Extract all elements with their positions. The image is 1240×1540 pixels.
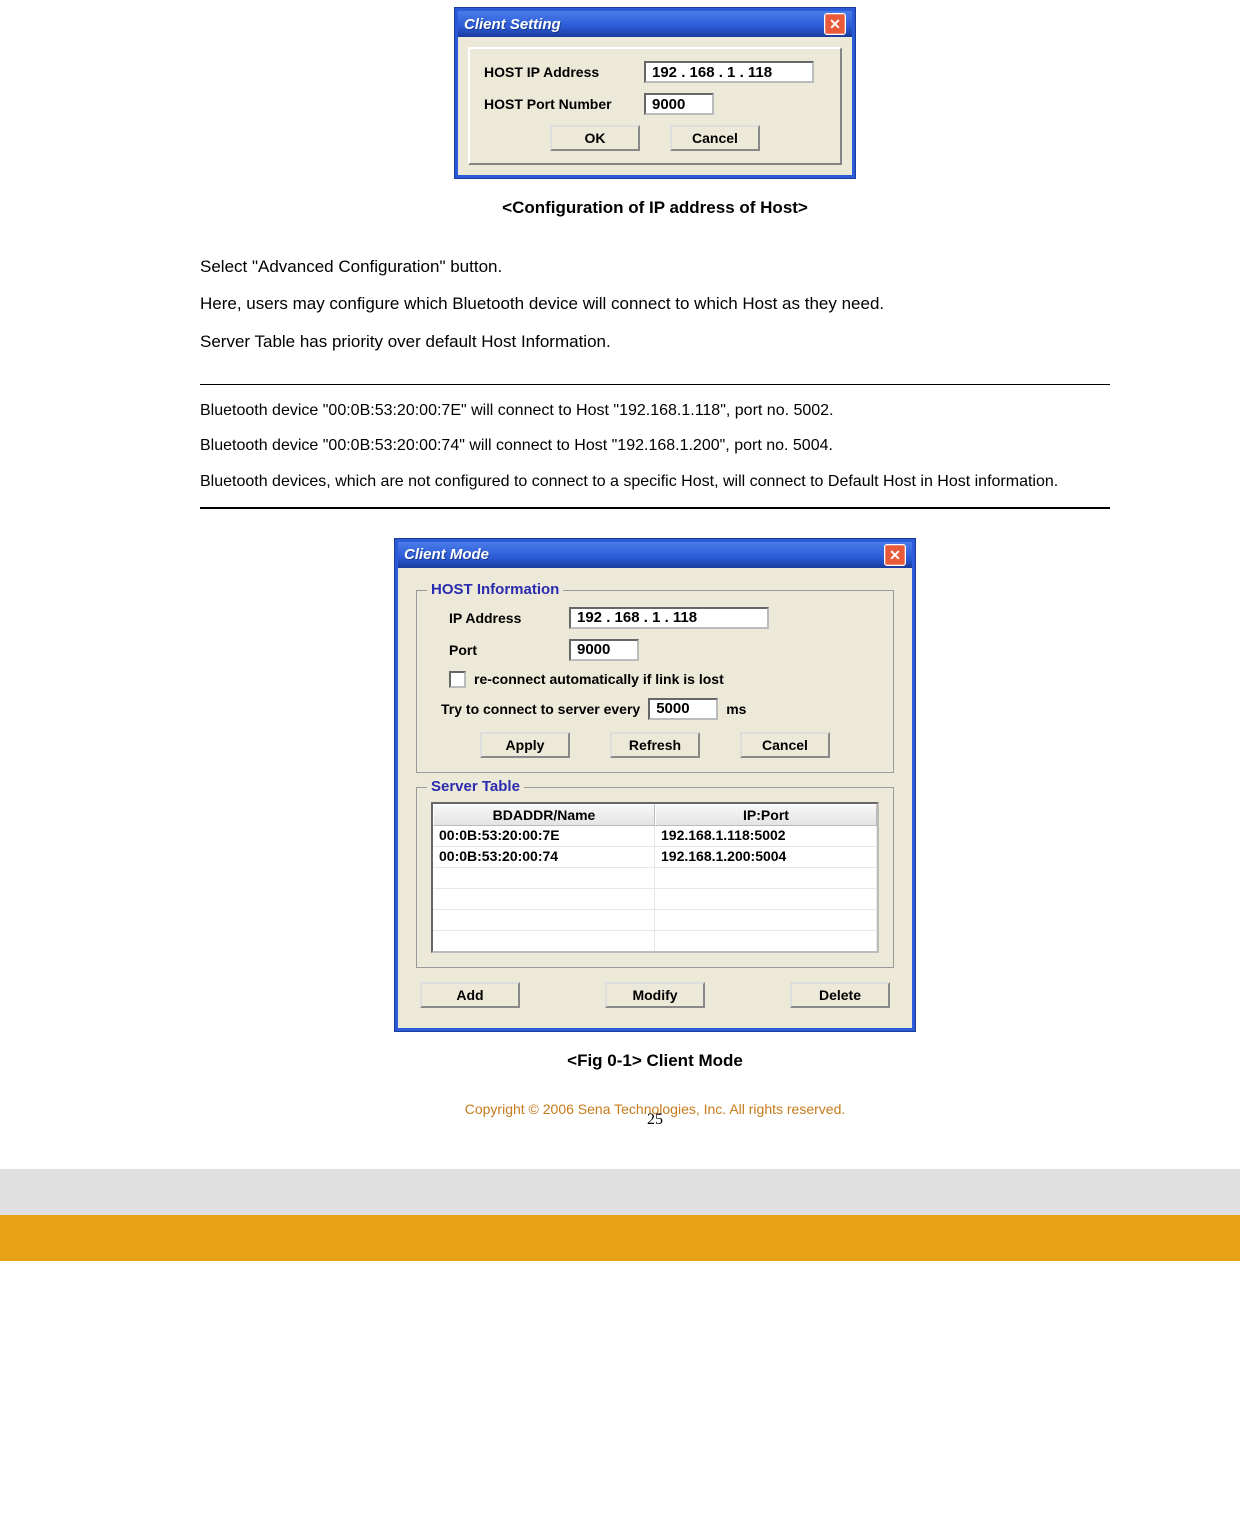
dialog-title: Client Mode <box>404 546 489 563</box>
refresh-button[interactable]: Refresh <box>610 732 700 758</box>
page-number: 25 <box>200 1111 1110 1129</box>
ip-address-label: IP Address <box>431 610 559 626</box>
example-line-1: Bluetooth device "00:0B:53:20:00:7E" wil… <box>200 393 1110 428</box>
body-para-3: Server Table has priority over default H… <box>200 323 1110 360</box>
dialog-title: Client Setting <box>464 16 561 33</box>
example-line-3: Bluetooth devices, which are not configu… <box>200 464 1110 499</box>
server-table-legend: Server Table <box>427 778 524 795</box>
add-button[interactable]: Add <box>420 982 520 1008</box>
client-mode-dialog: Client Mode ✕ HOST Information IP Addres… <box>395 539 915 1031</box>
cell-ipport: 192.168.1.118:5002 <box>655 826 877 846</box>
table-row[interactable]: 00:0B:53:20:00:7E 192.168.1.118:5002 <box>433 826 877 847</box>
body-para-1: Select "Advanced Configuration" button. <box>200 248 1110 285</box>
host-port-label: HOST Port Number <box>484 96 634 112</box>
table-row[interactable]: 00:0B:53:20:00:74 192.168.1.200:5004 <box>433 847 877 868</box>
example-line-2: Bluetooth device "00:0B:53:20:00:74" wil… <box>200 428 1110 463</box>
server-table[interactable]: BDADDR/Name IP:Port 00:0B:53:20:00:7E 19… <box>431 802 879 953</box>
cancel-button[interactable]: Cancel <box>740 732 830 758</box>
titlebar[interactable]: Client Mode ✕ <box>398 542 912 568</box>
titlebar[interactable]: Client Setting ✕ <box>458 11 852 37</box>
ok-button[interactable]: OK <box>550 125 640 151</box>
try-connect-label-pre: Try to connect to server every <box>441 701 640 717</box>
table-row[interactable] <box>433 889 877 910</box>
apply-button[interactable]: Apply <box>480 732 570 758</box>
caption-fig-client-mode: <Fig 0-1> Client Mode <box>200 1051 1110 1071</box>
divider <box>200 507 1110 509</box>
caption-config-ip: <Configuration of IP address of Host> <box>200 198 1110 218</box>
ip-address-input[interactable]: 192 . 168 . 1 . 118 <box>569 607 769 629</box>
table-row[interactable] <box>433 910 877 931</box>
divider <box>200 384 1110 385</box>
delete-button[interactable]: Delete <box>790 982 890 1008</box>
col-bdaddr[interactable]: BDADDR/Name <box>433 804 655 826</box>
port-label: Port <box>431 642 559 658</box>
cell-ipport: 192.168.1.200:5004 <box>655 847 877 867</box>
cell-bdaddr: 00:0B:53:20:00:74 <box>433 847 655 867</box>
cancel-button[interactable]: Cancel <box>670 125 760 151</box>
host-ip-input[interactable]: 192 . 168 . 1 . 118 <box>644 61 814 83</box>
col-ipport[interactable]: IP:Port <box>655 804 877 826</box>
host-ip-label: HOST IP Address <box>484 64 634 80</box>
reconnect-label: re-connect automatically if link is lost <box>474 671 724 687</box>
table-row[interactable] <box>433 868 877 889</box>
port-input[interactable]: 9000 <box>569 639 639 661</box>
body-para-2: Here, users may configure which Bluetoot… <box>200 285 1110 322</box>
try-connect-label-post: ms <box>726 701 746 717</box>
reconnect-checkbox[interactable] <box>449 671 466 688</box>
try-interval-input[interactable]: 5000 <box>648 698 718 720</box>
footer-bars <box>0 1169 1240 1261</box>
close-icon[interactable]: ✕ <box>884 544 906 566</box>
server-table-group: Server Table BDADDR/Name IP:Port 00:0B:5… <box>416 787 894 968</box>
host-port-input[interactable]: 9000 <box>644 93 714 115</box>
modify-button[interactable]: Modify <box>605 982 705 1008</box>
host-information-group: HOST Information IP Address 192 . 168 . … <box>416 590 894 773</box>
client-setting-dialog: Client Setting ✕ HOST IP Address 192 . 1… <box>455 8 855 178</box>
close-icon[interactable]: ✕ <box>824 13 846 35</box>
table-row[interactable] <box>433 931 877 951</box>
host-info-legend: HOST Information <box>427 581 563 598</box>
cell-bdaddr: 00:0B:53:20:00:7E <box>433 826 655 846</box>
